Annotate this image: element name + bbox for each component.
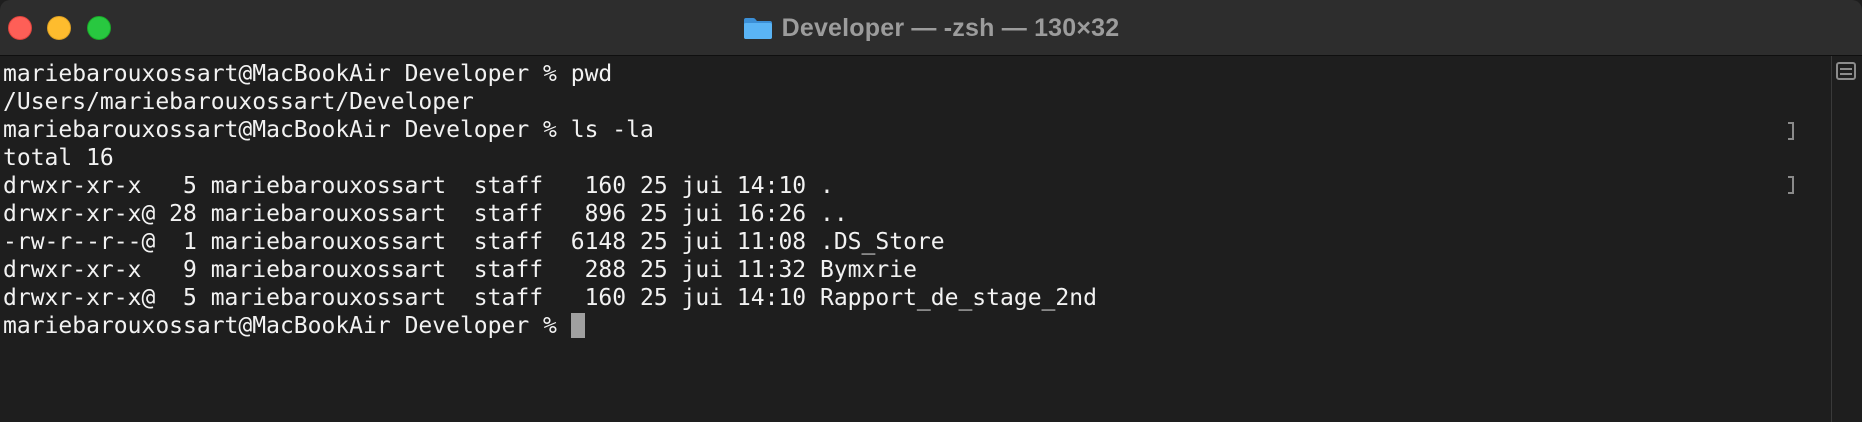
folder-icon bbox=[743, 18, 772, 39]
title-wrap: Developer — -zsh — 130×32 bbox=[0, 0, 1862, 56]
prompt-line[interactable]: mariebarouxossart@MacBookAir Developer % bbox=[3, 312, 1097, 340]
text-cursor bbox=[570, 313, 585, 338]
window-title: Developer — -zsh — 130×32 bbox=[781, 13, 1120, 42]
terminal-line: drwxr-xr-x@ 5 mariebarouxossart staff 16… bbox=[3, 285, 1097, 311]
command-mark-icon bbox=[1788, 176, 1794, 194]
terminal-output: mariebarouxossart@MacBookAir Developer %… bbox=[3, 60, 1097, 340]
terminal-line: mariebarouxossart@MacBookAir Developer %… bbox=[3, 61, 613, 87]
terminal-line: -rw-r--r--@ 1 mariebarouxossart staff 61… bbox=[3, 229, 945, 255]
sidebar-toggle-icon[interactable] bbox=[1836, 62, 1856, 80]
terminal-line: drwxr-xr-x@ 28 mariebarouxossart staff 8… bbox=[3, 201, 848, 227]
terminal-line: drwxr-xr-x 5 mariebarouxossart staff 160… bbox=[3, 173, 834, 199]
terminal-content[interactable]: mariebarouxossart@MacBookAir Developer %… bbox=[0, 56, 1826, 422]
prompt-text: mariebarouxossart@MacBookAir Developer % bbox=[3, 313, 571, 339]
terminal-line: total 16 bbox=[3, 145, 114, 171]
terminal-line: drwxr-xr-x 9 mariebarouxossart staff 288… bbox=[3, 257, 917, 283]
command-mark-icon bbox=[1788, 122, 1794, 140]
terminal-line: mariebarouxossart@MacBookAir Developer %… bbox=[3, 117, 654, 143]
terminal-line: /Users/mariebarouxossart/Developer bbox=[3, 89, 474, 115]
scroll-gutter[interactable] bbox=[1831, 56, 1862, 422]
title-bar[interactable]: Developer — -zsh — 130×32 bbox=[0, 0, 1862, 56]
terminal-window: Developer — -zsh — 130×32 mariebarouxoss… bbox=[0, 0, 1862, 422]
